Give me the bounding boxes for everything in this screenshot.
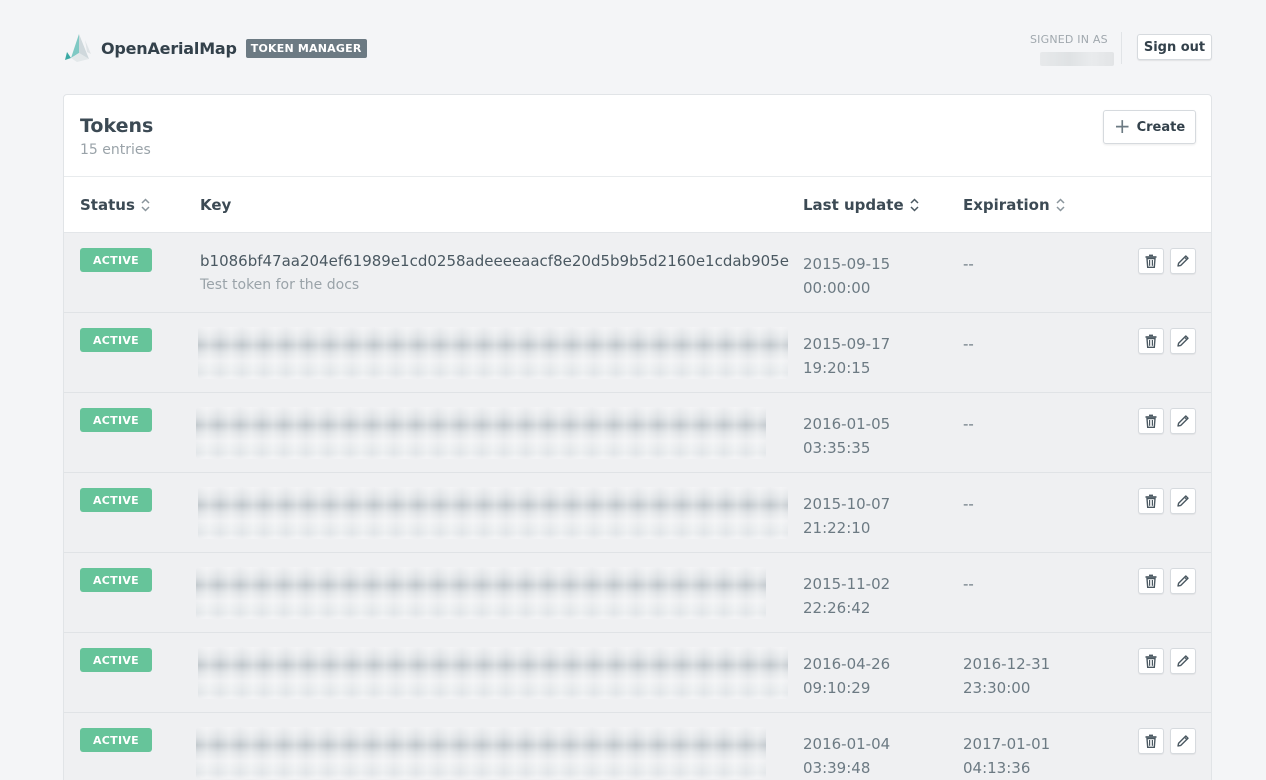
sort-icon xyxy=(910,198,919,212)
token-key-redacted xyxy=(198,327,788,379)
openaerialmap-logo xyxy=(65,34,91,62)
app-header: OpenAerialMap TOKEN MANAGER SIGNED IN AS… xyxy=(0,0,1266,95)
token-key-redacted xyxy=(196,727,766,779)
trash-icon xyxy=(1145,494,1157,508)
status-badge: ACTIVE xyxy=(80,408,152,432)
status-badge: ACTIVE xyxy=(80,248,152,272)
column-key: Key xyxy=(200,196,231,214)
panel-header: Tokens 15 entries + Create xyxy=(64,95,1211,177)
expiration: -- xyxy=(963,335,974,353)
token-key-redacted xyxy=(196,567,766,619)
table-row: ACTIVE 2016-04-26 09:10:29 2016-12-31 23:3… xyxy=(64,633,1211,713)
header-divider xyxy=(1121,32,1122,64)
last-update: 2015-11-02 22:26:42 xyxy=(803,575,891,617)
delete-button[interactable] xyxy=(1138,408,1164,434)
pencil-icon xyxy=(1177,255,1189,267)
table-row: ACTIVE 2015-11-02 22:26:42 -- xyxy=(64,553,1211,633)
edit-button[interactable] xyxy=(1170,728,1196,754)
pencil-icon xyxy=(1177,575,1189,587)
last-update: 2016-01-05 03:35:35 xyxy=(803,415,891,457)
entries-count: 15 entries xyxy=(80,142,151,158)
brand-name: OpenAerialMap xyxy=(101,38,237,58)
table-row: ACTIVE 2015-09-17 19:20:15 -- xyxy=(64,313,1211,393)
table-row: ACTIVE 2016-01-04 03:39:48 2017-01-01 04:1… xyxy=(64,713,1211,780)
status-badge: ACTIVE xyxy=(80,488,152,512)
trash-icon xyxy=(1145,654,1157,668)
delete-button[interactable] xyxy=(1138,488,1164,514)
token-list: ACTIVE b1086bf47aa204ef61989e1cd0258adee… xyxy=(64,233,1211,780)
column-expiration-label: Expiration xyxy=(963,196,1050,214)
expiration: -- xyxy=(963,575,974,593)
status-badge: ACTIVE xyxy=(80,648,152,672)
delete-button[interactable] xyxy=(1138,568,1164,594)
pencil-icon xyxy=(1177,495,1189,507)
edit-button[interactable] xyxy=(1170,328,1196,354)
edit-button[interactable] xyxy=(1170,248,1196,274)
brand[interactable]: OpenAerialMap TOKEN MANAGER xyxy=(63,32,367,64)
trash-icon xyxy=(1145,414,1157,428)
expiration: -- xyxy=(963,255,974,273)
delete-button[interactable] xyxy=(1138,328,1164,354)
token-key-redacted xyxy=(198,647,788,699)
status-badge: ACTIVE xyxy=(80,728,152,752)
table-row: ACTIVE 2015-10-07 21:22:10 -- xyxy=(64,473,1211,553)
last-update: 2016-01-04 03:39:48 xyxy=(803,735,891,777)
column-expiration[interactable]: Expiration xyxy=(963,196,1065,214)
expiration: 2017-01-01 04:13:36 xyxy=(963,735,1051,777)
column-key-label: Key xyxy=(200,196,232,214)
expiration: -- xyxy=(963,415,974,433)
expiration: -- xyxy=(963,495,974,513)
column-status[interactable]: Status xyxy=(80,196,150,214)
signed-in-label: SIGNED IN AS xyxy=(1030,33,1108,46)
pencil-icon xyxy=(1177,335,1189,347)
trash-icon xyxy=(1145,574,1157,588)
last-update: 2015-09-17 19:20:15 xyxy=(803,335,891,377)
edit-button[interactable] xyxy=(1170,648,1196,674)
table-row: ACTIVE b1086bf47aa204ef61989e1cd0258adee… xyxy=(64,233,1211,313)
signed-in-block: SIGNED IN AS xyxy=(1030,33,1114,66)
delete-button[interactable] xyxy=(1138,728,1164,754)
pencil-icon xyxy=(1177,415,1189,427)
column-status-label: Status xyxy=(80,196,135,214)
status-badge: ACTIVE xyxy=(80,568,152,592)
trash-icon xyxy=(1145,734,1157,748)
last-update: 2015-09-15 00:00:00 xyxy=(803,255,891,297)
pencil-icon xyxy=(1177,655,1189,667)
status-badge: ACTIVE xyxy=(80,328,152,352)
trash-icon xyxy=(1145,254,1157,268)
page-title: Tokens xyxy=(80,115,154,137)
pencil-icon xyxy=(1177,735,1189,747)
edit-button[interactable] xyxy=(1170,488,1196,514)
column-last-update-label: Last update xyxy=(803,196,904,214)
token-key: b1086bf47aa204ef61989e1cd0258adeeeeaacf8… xyxy=(200,252,789,270)
token-key-redacted xyxy=(198,487,788,539)
tokens-panel: Tokens 15 entries + Create Status Key La… xyxy=(63,94,1212,780)
table-header: Status Key Last update Expiration xyxy=(64,177,1211,233)
column-last-update[interactable]: Last update xyxy=(803,196,919,214)
last-update: 2016-04-26 09:10:29 xyxy=(803,655,891,697)
token-key-redacted xyxy=(196,407,766,459)
edit-button[interactable] xyxy=(1170,408,1196,434)
delete-button[interactable] xyxy=(1138,648,1164,674)
token-description: Test token for the docs xyxy=(200,277,360,293)
create-button[interactable]: + Create xyxy=(1103,110,1196,144)
plus-icon: + xyxy=(1113,114,1131,138)
expiration: 2016-12-31 23:30:00 xyxy=(963,655,1051,697)
table-row: ACTIVE 2016-01-05 03:35:35 -- xyxy=(64,393,1211,473)
last-update: 2015-10-07 21:22:10 xyxy=(803,495,891,537)
signed-in-user-redacted xyxy=(1040,52,1114,66)
sort-icon xyxy=(1056,198,1065,212)
sort-icon xyxy=(141,198,150,212)
create-label: Create xyxy=(1136,119,1186,135)
brand-badge: TOKEN MANAGER xyxy=(245,38,367,58)
sign-out-button[interactable]: Sign out xyxy=(1137,34,1212,60)
edit-button[interactable] xyxy=(1170,568,1196,594)
delete-button[interactable] xyxy=(1138,248,1164,274)
trash-icon xyxy=(1145,334,1157,348)
